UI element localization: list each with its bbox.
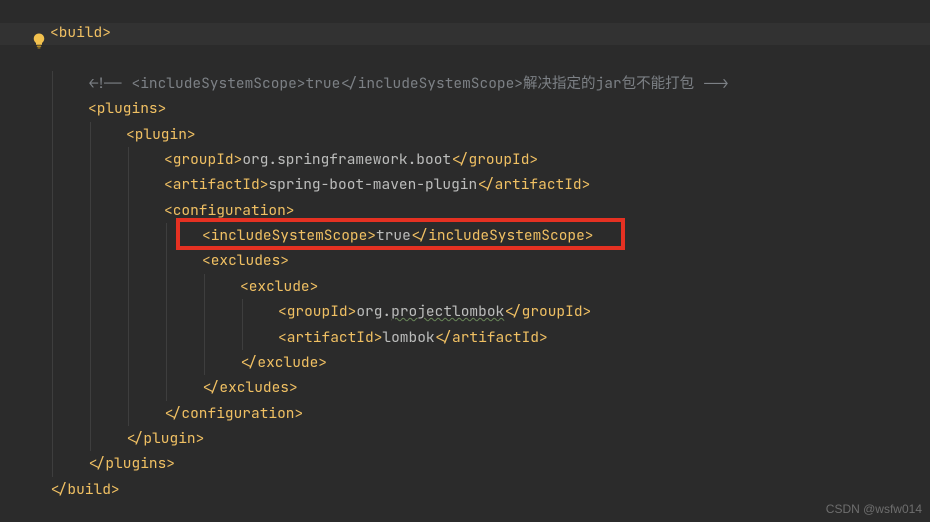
code-area[interactable]: <build> <!-- <includeSystemScope>true</i… bbox=[50, 20, 729, 502]
bulb-icon[interactable] bbox=[30, 32, 48, 50]
code-line[interactable] bbox=[50, 45, 729, 70]
code-line[interactable]: <plugin> bbox=[50, 122, 729, 147]
code-line[interactable]: <includeSystemScope>true</includeSystemS… bbox=[50, 223, 729, 248]
code-line[interactable]: </configuration> bbox=[50, 401, 729, 426]
code-line[interactable]: <build> bbox=[50, 20, 729, 45]
code-line[interactable]: <groupId>org.projectlombok</groupId> bbox=[50, 299, 729, 324]
code-line[interactable]: <artifactId>spring-boot-maven-plugin</ar… bbox=[50, 172, 729, 197]
code-line[interactable]: </build> bbox=[50, 477, 729, 502]
code-line[interactable]: <groupId>org.springframework.boot</group… bbox=[50, 147, 729, 172]
watermark: CSDN @wsfw014 bbox=[826, 502, 922, 516]
code-line[interactable]: </exclude> bbox=[50, 350, 729, 375]
code-line[interactable]: <exclude> bbox=[50, 274, 729, 299]
code-line[interactable]: </plugins> bbox=[50, 451, 729, 476]
code-line[interactable]: <plugins> bbox=[50, 96, 729, 121]
code-line[interactable]: </excludes> bbox=[50, 375, 729, 400]
gutter bbox=[0, 0, 50, 522]
code-line[interactable]: <!-- <includeSystemScope>true</includeSy… bbox=[50, 71, 729, 96]
code-line[interactable]: </plugin> bbox=[50, 426, 729, 451]
code-line[interactable]: <excludes> bbox=[50, 248, 729, 273]
code-line[interactable]: <artifactId>lombok</artifactId> bbox=[50, 325, 729, 350]
code-line[interactable]: <configuration> bbox=[50, 198, 729, 223]
